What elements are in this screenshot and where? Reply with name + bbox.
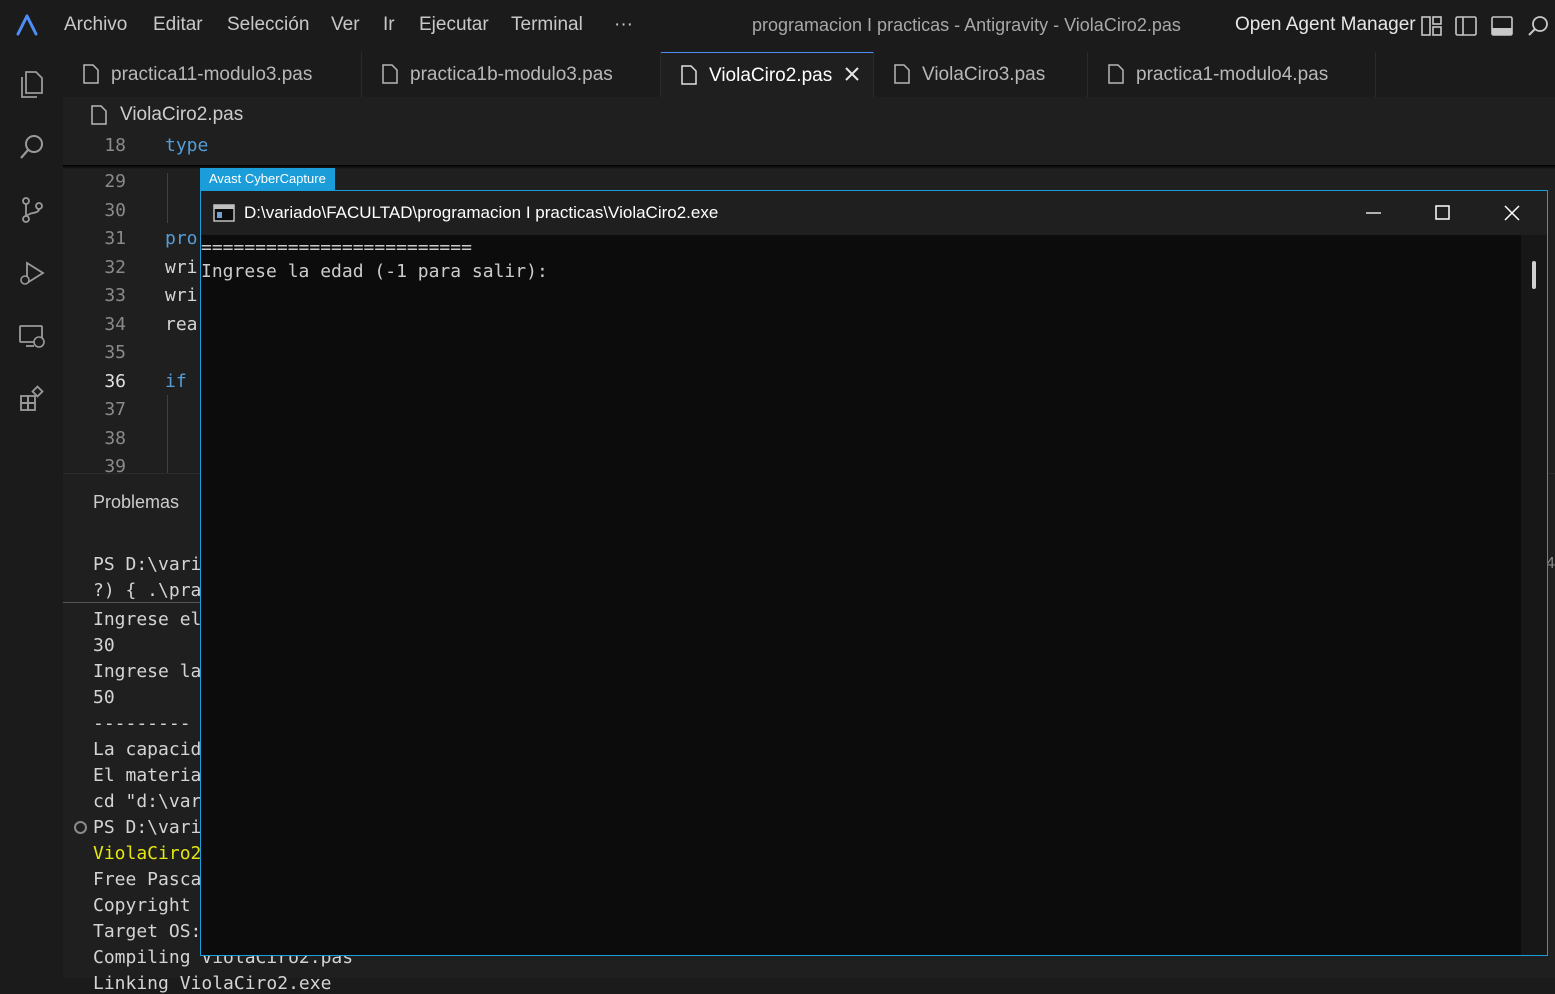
menu-archivo[interactable]: Archivo — [64, 14, 127, 36]
console-output[interactable]: ========================= Ingrese la eda… — [201, 235, 1521, 955]
tab-violaciro2[interactable]: ViolaCiro2.pas — [661, 52, 874, 97]
tab-violaciro3[interactable]: ViolaCiro3.pas — [874, 52, 1088, 97]
close-tab-icon[interactable] — [843, 65, 861, 83]
console-scroll-thumb[interactable] — [1532, 261, 1536, 289]
menu-editar[interactable]: Editar — [153, 14, 203, 36]
indent-guide — [167, 395, 168, 473]
tab-practica11-modulo3[interactable]: practica11-modulo3.pas — [63, 52, 362, 97]
run-and-debug-icon[interactable] — [17, 258, 47, 288]
antigravity-logo-icon[interactable] — [14, 12, 40, 38]
terminal-line: La capacid — [93, 739, 202, 760]
line-number: 34 — [104, 314, 126, 335]
open-agent-manager-button[interactable]: Open Agent Manager — [1235, 14, 1416, 36]
console-window[interactable]: D:\variado\FACULTAD\programacion I pract… — [200, 190, 1548, 956]
line-number: 35 — [104, 342, 126, 363]
menu-seleccion[interactable]: Selección — [227, 14, 309, 36]
file-icon — [681, 65, 697, 85]
tab-practica1b-modulo3[interactable]: practica1b-modulo3.pas — [362, 52, 661, 97]
terminal-line: Free Pasca — [93, 869, 202, 890]
console-scrollbar[interactable] — [1521, 235, 1547, 955]
line-number: 31 — [104, 228, 126, 249]
menu-ir[interactable]: Ir — [383, 14, 395, 36]
terminal-line: --------- — [93, 713, 191, 734]
search-view-icon[interactable] — [17, 132, 47, 162]
minimize-icon[interactable] — [1338, 191, 1408, 235]
sticky-line-number: 18 — [104, 135, 126, 156]
line-number: 38 — [104, 428, 126, 449]
terminal-command-decoration[interactable] — [74, 821, 87, 834]
editor-tab-bar: practica11-modulo3.pas practica1b-modulo… — [63, 52, 1555, 98]
close-icon[interactable] — [1477, 191, 1547, 235]
file-icon — [91, 105, 107, 125]
tab-label: practica1-modulo4.pas — [1136, 64, 1329, 85]
terminal-divider — [63, 602, 203, 603]
tab-label: ViolaCiro3.pas — [922, 64, 1046, 85]
file-icon — [1108, 64, 1124, 84]
search-icon[interactable] — [1526, 14, 1550, 38]
file-icon — [83, 64, 99, 84]
menu-ver[interactable]: Ver — [331, 14, 360, 36]
console-title: D:\variado\FACULTAD\programacion I pract… — [244, 203, 719, 222]
terminal-line: PS D:\vari — [93, 817, 202, 838]
sticky-code-line: type — [165, 135, 209, 156]
extensions-icon[interactable] — [17, 384, 47, 414]
code-line: wri — [165, 257, 198, 278]
breadcrumb-file[interactable]: ViolaCiro2.pas — [120, 104, 243, 126]
terminal-line: PS D:\vari — [93, 554, 202, 575]
panel-tab-problemas[interactable]: Problemas — [93, 492, 179, 513]
window-title: programacion I practicas - Antigravity -… — [752, 15, 1181, 35]
menu-terminal[interactable]: Terminal — [511, 14, 583, 36]
console-app-icon — [213, 204, 235, 222]
terminal-line: Linking ViolaCiro2.exe — [93, 973, 332, 994]
line-number: 32 — [104, 257, 126, 278]
maximize-icon[interactable] — [1408, 191, 1478, 235]
terminal-line: 50 — [93, 687, 115, 708]
line-number: 29 — [104, 171, 126, 192]
tab-label: practica1b-modulo3.pas — [410, 64, 613, 85]
remote-explorer-icon[interactable] — [17, 321, 47, 351]
line-number: 37 — [104, 399, 126, 420]
menu-ejecutar[interactable]: Ejecutar — [419, 14, 489, 36]
terminal-line: ?) { .\pra — [93, 580, 202, 601]
line-number: 33 — [104, 285, 126, 306]
tab-practica1-modulo4[interactable]: practica1-modulo4.pas — [1088, 52, 1376, 97]
code-line: rea — [165, 314, 198, 335]
terminal-line: ViolaCiro2 — [93, 843, 202, 864]
file-icon — [382, 64, 398, 84]
line-number-current: 36 — [104, 371, 126, 392]
toggle-sidebar-icon[interactable] — [1454, 14, 1478, 38]
terminal-line: Ingrese el — [93, 609, 202, 630]
terminal-line: Copyright — [93, 895, 191, 916]
code-line: wri — [165, 285, 198, 306]
source-control-icon[interactable] — [17, 195, 47, 225]
breadcrumb: ViolaCiro2.pas — [63, 97, 1555, 133]
toggle-panel-icon[interactable] — [1490, 14, 1514, 38]
terminal-line: Ingrese la — [93, 661, 202, 682]
console-title-bar[interactable]: D:\variado\FACULTAD\programacion I pract… — [201, 191, 1547, 235]
tab-label: ViolaCiro2.pas — [709, 65, 833, 86]
title-bar: Archivo Editar Selección Ver Ir Ejecutar… — [0, 0, 1555, 52]
indent-guide — [167, 173, 168, 223]
line-number: 30 — [104, 200, 126, 221]
console-line: Ingrese la edad (-1 para salir): — [201, 261, 548, 282]
terminal-line: El materia — [93, 765, 202, 786]
console-line: ========================= — [201, 237, 472, 258]
explorer-icon[interactable] — [17, 69, 47, 99]
code-line: if — [165, 371, 187, 392]
file-icon — [894, 64, 910, 84]
terminal-line: Target OS: — [93, 921, 202, 942]
terminal-line: 30 — [93, 635, 115, 656]
activity-bar — [0, 52, 64, 977]
terminal-line: cd "d:\var — [93, 791, 202, 812]
layout-customize-icon[interactable] — [1420, 14, 1444, 38]
menu-more[interactable]: ··· — [614, 14, 633, 36]
avast-cybercapture-label: Avast CyberCapture — [200, 168, 335, 190]
tab-label: practica11-modulo3.pas — [111, 64, 313, 85]
code-line: pro — [165, 228, 198, 249]
